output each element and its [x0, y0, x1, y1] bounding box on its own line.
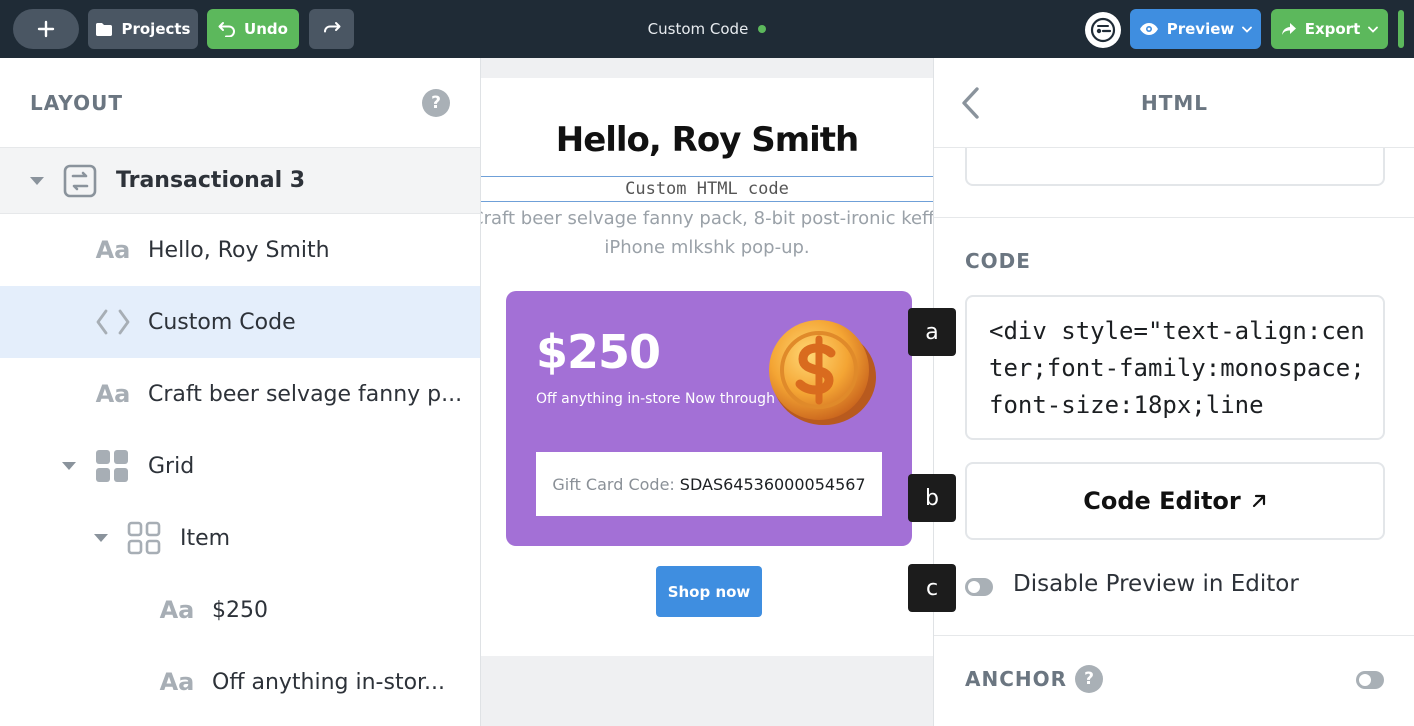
text-icon: Aa [159, 596, 195, 624]
code-section-label: CODE [965, 249, 1031, 273]
promo-card[interactable]: $250 Off anything in-store Now through 3… [506, 291, 912, 546]
code-textarea[interactable]: <div style="text-align:center;font-famil… [965, 295, 1385, 440]
gift-card-box: Gift Card Code: SDAS64536000054567 [536, 452, 882, 516]
email-paragraph[interactable]: Craft beer selvage fanny pack, 8-bit pos… [481, 204, 933, 262]
disable-preview-toggle[interactable] [965, 578, 993, 596]
back-chevron-icon[interactable] [960, 86, 982, 120]
text-icon: Aa [95, 380, 131, 408]
anchor-section-label: ANCHOR [965, 667, 1068, 691]
template-icon [62, 164, 98, 198]
email-canvas: Hello, Roy Smith Custom HTML code Craft … [481, 58, 933, 726]
external-arrow-icon [1252, 494, 1265, 508]
divider [934, 217, 1414, 218]
caret-down-icon[interactable] [30, 177, 44, 185]
panel-header: HTML [934, 58, 1414, 148]
text-icon: Aa [159, 668, 195, 696]
email-paragraph-line: iPhone mlkshk pop-up. [604, 237, 810, 258]
tree-item-root[interactable]: Transactional 3 [0, 148, 480, 214]
anchor-help-icon[interactable]: ? [1075, 665, 1103, 693]
plus-icon [37, 20, 55, 38]
tree-item-custom-code[interactable]: Custom Code [0, 286, 480, 358]
gold-coin-icon [769, 320, 876, 425]
user-avatar[interactable] [1085, 12, 1121, 48]
disable-preview-label: Disable Preview in Editor [1013, 571, 1299, 597]
chevron-down-icon [1242, 26, 1253, 33]
overflow-menu-handle[interactable] [1398, 10, 1404, 48]
add-button[interactable] [13, 9, 79, 49]
caret-down-icon[interactable] [94, 534, 108, 542]
grid-icon [95, 449, 129, 483]
tree-item-label: Custom Code [148, 309, 296, 335]
marker-b: b [908, 474, 956, 522]
eye-icon [1139, 23, 1158, 35]
share-arrow-icon [1281, 23, 1296, 35]
projects-label: Projects [121, 20, 191, 38]
tree-item-heading[interactable]: Aa Hello, Roy Smith [0, 214, 480, 286]
divider [934, 635, 1414, 636]
layout-panel: LAYOUT ? Transactional 3 Aa Hello, Roy S… [0, 58, 481, 726]
tree-item-label: Off anything in-stor... [212, 669, 446, 695]
undo-icon [218, 22, 235, 37]
document-title-text: Custom Code [647, 20, 749, 38]
code-editor-button[interactable]: Code Editor [965, 462, 1385, 540]
preview-label: Preview [1166, 20, 1235, 38]
grid-item-icon [127, 521, 161, 555]
chevron-down-icon [1368, 26, 1379, 33]
tree-item-label: $250 [212, 597, 268, 623]
anchor-toggle[interactable] [1356, 671, 1384, 689]
panel-title: HTML [1140, 90, 1209, 115]
email-heading[interactable]: Hello, Roy Smith [481, 120, 933, 160]
preview-button[interactable]: Preview [1130, 9, 1261, 49]
custom-html-block[interactable]: Custom HTML code [481, 176, 933, 202]
document-title: Custom Code [600, 0, 814, 58]
tree-item-label: Hello, Roy Smith [148, 237, 330, 263]
projects-button[interactable]: Projects [88, 9, 198, 49]
undo-button[interactable]: Undo [207, 9, 299, 49]
settings-panel: 0 HTML CODE <div style="text-align:cente… [933, 58, 1414, 726]
promo-price: $250 [536, 325, 661, 379]
gift-card-label: Gift Card Code: [552, 474, 675, 494]
avatar-icon [1090, 17, 1116, 43]
email-body: Hello, Roy Smith Custom HTML code Craft … [481, 78, 933, 656]
tree-item-paragraph[interactable]: Aa Craft beer selvage fanny p... [0, 358, 480, 430]
marker-a: a [908, 308, 956, 356]
email-paragraph-line: Craft beer selvage fanny pack, 8-bit pos… [481, 208, 933, 229]
export-label: Export [1304, 20, 1361, 38]
redo-icon [323, 22, 340, 33]
layout-header: LAYOUT ? [0, 58, 480, 148]
code-value: <div style="text-align:center;font-famil… [989, 317, 1365, 419]
folder-icon [96, 22, 113, 36]
saved-status-dot [758, 25, 767, 33]
tree-item-offer[interactable]: Aa Off anything in-stor... [0, 646, 480, 718]
export-button[interactable]: Export [1271, 9, 1388, 49]
shop-now-button[interactable]: Shop now [656, 566, 762, 617]
tree-item-price[interactable]: Aa $250 [0, 574, 480, 646]
tree-item-root-label: Transactional 3 [116, 168, 306, 193]
redo-button[interactable] [309, 9, 354, 49]
tree-item-label: Grid [148, 453, 195, 479]
gift-card-code: SDAS64536000054567 [679, 474, 866, 494]
tree-item-grid[interactable]: Grid [0, 430, 480, 502]
top-toolbar: Projects Undo Custom Code Preview Export [0, 0, 1414, 58]
undo-label: Undo [244, 20, 288, 38]
tree-item-grid-item[interactable]: Item [0, 502, 480, 574]
code-icon [95, 308, 131, 336]
layout-title: LAYOUT [30, 90, 123, 115]
help-icon[interactable]: ? [422, 88, 450, 117]
text-icon: Aa [95, 236, 131, 264]
code-editor-label: Code Editor [1083, 487, 1241, 515]
caret-down-icon[interactable] [62, 462, 76, 470]
tree-item-label: Item [180, 525, 231, 551]
marker-c: c [908, 564, 956, 612]
tree-item-label: Craft beer selvage fanny p... [148, 381, 463, 407]
